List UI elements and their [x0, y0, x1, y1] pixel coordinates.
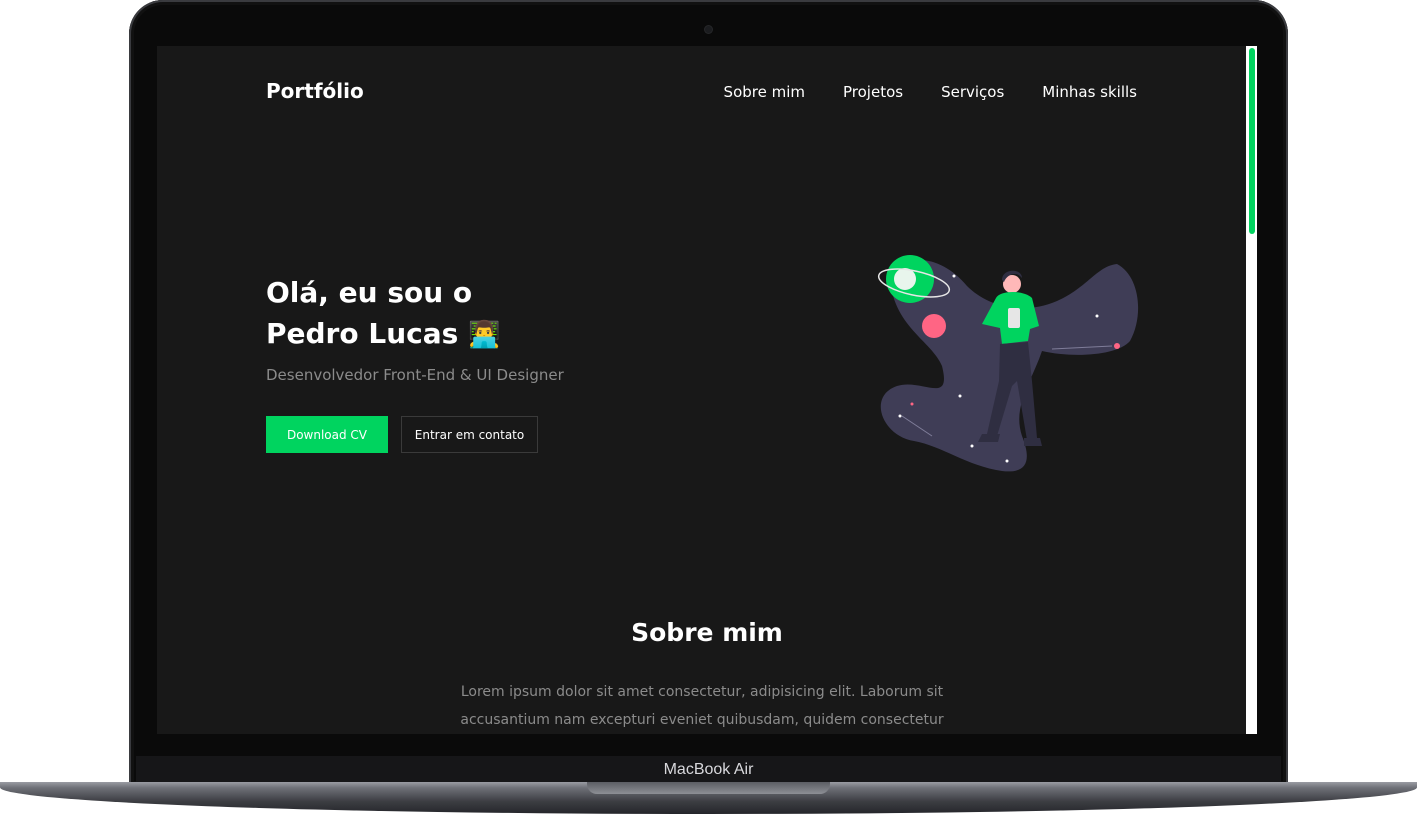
- site-logo[interactable]: Portfólio: [266, 79, 364, 103]
- laptop-chin: MacBook Air: [136, 756, 1281, 784]
- space-person-illustration: [877, 255, 1139, 472]
- pink-planet-shape: [922, 314, 946, 338]
- about-section-title: Sobre mim: [631, 618, 783, 647]
- nav-link-minhas-skills[interactable]: Minhas skills: [1042, 83, 1137, 101]
- developer-emoji-icon: 👨‍💻: [468, 320, 501, 350]
- star-shape: [1005, 459, 1009, 463]
- contact-button[interactable]: Entrar em contato: [401, 416, 538, 453]
- download-cv-button[interactable]: Download CV: [266, 416, 388, 453]
- star-shape: [970, 444, 974, 448]
- nav-link-projetos[interactable]: Projetos: [843, 83, 903, 101]
- page-scrollbar[interactable]: [1246, 46, 1257, 734]
- star-shape: [1114, 343, 1120, 349]
- star-shape: [898, 414, 902, 418]
- scrollbar-thumb[interactable]: [1249, 48, 1255, 234]
- star-shape: [910, 402, 914, 406]
- hero-title-line2: Pedro Lucas: [266, 317, 459, 350]
- star-shape: [958, 394, 962, 398]
- about-paragraph: Lorem ipsum dolor sit amet consectetur, …: [460, 684, 944, 728]
- phone-shape: [1008, 308, 1020, 328]
- laptop-hinge-notch: [587, 782, 830, 794]
- nav-link-sobre-mim[interactable]: Sobre mim: [724, 83, 805, 101]
- planet-core-shape: [894, 268, 916, 290]
- star-shape: [1095, 314, 1099, 318]
- hero-subtitle: Desenvolvedor Front-End & UI Designer: [266, 366, 564, 384]
- star-shape: [952, 274, 956, 278]
- hero-title-line1: Olá, eu sou o: [266, 276, 473, 309]
- hero-title: Olá, eu sou o Pedro Lucas 👨‍💻: [266, 272, 500, 356]
- camera-icon: [705, 26, 712, 33]
- device-label: MacBook Air: [663, 761, 754, 778]
- nav-link-servicos[interactable]: Serviços: [941, 83, 1004, 101]
- browser-viewport: Portfólio Sobre mim Projetos Serviços Mi…: [157, 46, 1257, 734]
- main-nav: Sobre mim Projetos Serviços Minhas skill…: [724, 83, 1137, 101]
